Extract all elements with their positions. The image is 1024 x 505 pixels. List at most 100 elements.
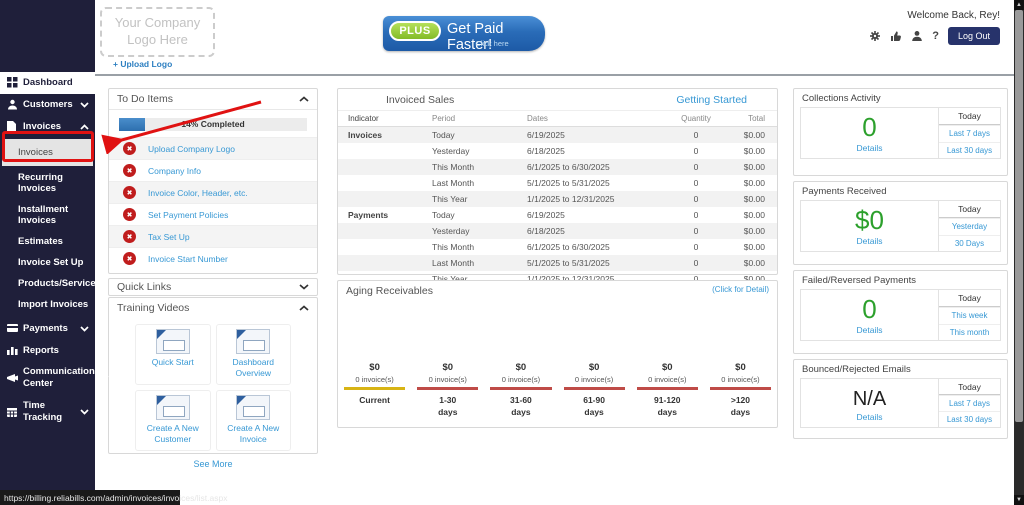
getting-started-link[interactable]: Getting Started (676, 94, 747, 106)
range-today[interactable]: Today (939, 201, 1000, 218)
row-total: $0.00 (725, 239, 777, 255)
user-icon[interactable] (911, 30, 923, 42)
range-link[interactable]: Yesterday (939, 218, 1000, 235)
aging-receivables-panel: Aging Receivables (Click for Detail) $0 … (337, 280, 778, 428)
range-link[interactable]: Last 30 days (939, 142, 1000, 159)
logout-button[interactable]: Log Out (948, 27, 1000, 45)
sidebar-subitem-invoice-set-up[interactable]: Invoice Set Up (0, 252, 95, 273)
banner-click-here[interactable]: Click here (447, 39, 537, 48)
gear-icon[interactable] (869, 30, 881, 42)
range-today[interactable]: Today (939, 108, 1000, 125)
sidebar-subitem-invoices[interactable]: Invoices (2, 139, 93, 166)
bucket-label: >120days (704, 394, 777, 420)
row-quantity: 0 (667, 207, 725, 223)
row-total: $0.00 (725, 159, 777, 175)
row-indicator (338, 143, 426, 159)
todo-item-link[interactable]: Tax Set Up (148, 232, 190, 242)
row-period: Yesterday (426, 223, 521, 239)
stat-value: 0 (801, 114, 938, 141)
todo-item-link[interactable]: Upload Company Logo (148, 144, 235, 154)
training-video-card[interactable]: Quick Start (135, 324, 211, 385)
training-video-card[interactable]: Create A New Customer (135, 390, 211, 451)
panel-title: Bounced/Rejected Emails (794, 360, 1007, 378)
aging-bucket[interactable]: $0 0 invoice(s) 31-60days (484, 362, 557, 420)
todo-item[interactable]: ✖ Upload Company Logo (109, 137, 317, 159)
sidebar-item-dashboard[interactable]: Dashboard (0, 72, 95, 94)
sidebar-subitem-products-services[interactable]: Products/Services (0, 273, 95, 294)
range-link[interactable]: Last 30 days (939, 411, 1000, 427)
thumbs-up-icon[interactable] (890, 30, 902, 42)
sidebar-subitem-recurring-invoices[interactable]: Recurring Invoices (0, 167, 95, 199)
bucket-amount: $0 (411, 362, 484, 373)
bucket-amount: $0 (338, 362, 411, 373)
range-today[interactable]: Today (939, 379, 1000, 395)
dashboard-icon (6, 77, 18, 88)
range-today[interactable]: Today (939, 290, 1000, 307)
todo-item-link[interactable]: Company Info (148, 166, 201, 176)
aging-bucket[interactable]: $0 0 invoice(s) 61-90days (558, 362, 631, 420)
todo-item[interactable]: ✖ Invoice Color, Header, etc. (109, 181, 317, 203)
invoiced-sales-title: Invoiced Sales (386, 94, 454, 106)
sidebar-subitem-import-invoices[interactable]: Import Invoices (0, 294, 95, 315)
payments-received-panel: Payments Received $0 Details Today Yeste… (793, 181, 1008, 265)
range-link[interactable]: Last 7 days (939, 125, 1000, 142)
range-link[interactable]: This month (939, 324, 1000, 341)
incomplete-x-icon: ✖ (123, 252, 136, 265)
sidebar-item-payments[interactable]: Payments (0, 318, 95, 340)
todo-item-link[interactable]: Set Payment Policies (148, 210, 228, 220)
todo-item-link[interactable]: Invoice Start Number (148, 254, 228, 264)
scroll-down-arrow[interactable]: ▼ (1014, 495, 1024, 505)
details-link[interactable]: Details (801, 236, 938, 246)
get-paid-faster-banner[interactable]: PLUS Get Paid Faster! Click here (383, 16, 545, 51)
scrollbar-thumb[interactable] (1015, 10, 1023, 422)
welcome-text: Welcome Back, Rey! (907, 10, 1000, 21)
details-link[interactable]: Details (801, 412, 938, 422)
sidebar-item-reports[interactable]: Reports (0, 340, 95, 362)
collapse-chevron-up-icon[interactable] (299, 302, 309, 314)
click-for-detail-link[interactable]: (Click for Detail) (712, 285, 769, 297)
details-link[interactable]: Details (801, 143, 938, 153)
aging-receivables-title: Aging Receivables (346, 285, 433, 297)
sidebar-item-customers[interactable]: Customers (0, 94, 95, 116)
sidebar-item-time-tracking[interactable]: Time Tracking (0, 395, 95, 429)
aging-bucket[interactable]: $0 0 invoice(s) >120days (704, 362, 777, 420)
collapse-chevron-up-icon[interactable] (299, 93, 309, 105)
help-icon[interactable]: ? (932, 30, 939, 42)
details-link[interactable]: Details (801, 325, 938, 335)
panel-title: Collections Activity (794, 89, 1007, 107)
bounced-rejected-emails-panel: Bounced/Rejected Emails N/A Details Toda… (793, 359, 1008, 439)
column-header: Period (426, 111, 521, 127)
range-link[interactable]: Last 7 days (939, 395, 1000, 411)
aging-bucket[interactable]: $0 0 invoice(s) 91-120days (631, 362, 704, 420)
bucket-bar (490, 387, 551, 390)
todo-item[interactable]: ✖ Invoice Start Number (109, 247, 317, 269)
row-dates: 6/18/2025 (521, 223, 667, 239)
training-video-grid: Quick Start Dashboard Overview Create A … (109, 318, 317, 457)
row-quantity: 0 (667, 159, 725, 175)
training-video-card[interactable]: Create A New Invoice (216, 390, 292, 451)
upload-logo-link[interactable]: + Upload Logo (113, 59, 172, 69)
todo-item[interactable]: ✖ Company Info (109, 159, 317, 181)
todo-item[interactable]: ✖ Set Payment Policies (109, 203, 317, 225)
quick-links-title: Quick Links (117, 281, 171, 293)
expand-chevron-down-icon[interactable] (299, 281, 309, 293)
quick-links-panel[interactable]: Quick Links (108, 278, 318, 296)
range-link[interactable]: 30 Days (939, 235, 1000, 252)
sidebar-subitem-installment-invoices[interactable]: Installment Invoices (0, 199, 95, 231)
payments-icon (6, 324, 18, 333)
training-video-card[interactable]: Dashboard Overview (216, 324, 292, 385)
table-row: Yesterday 6/18/2025 0 $0.00 (338, 223, 777, 239)
aging-bucket[interactable]: $0 0 invoice(s) Current (338, 362, 411, 420)
scroll-up-arrow[interactable]: ▲ (1014, 0, 1024, 10)
aging-bucket[interactable]: $0 0 invoice(s) 1-30days (411, 362, 484, 420)
row-period: Yesterday (426, 143, 521, 159)
sidebar-item-invoices[interactable]: Invoices (0, 116, 95, 138)
incomplete-x-icon: ✖ (123, 164, 136, 177)
sidebar-item-communication-center[interactable]: Communication Center (0, 361, 95, 395)
range-link[interactable]: This week (939, 307, 1000, 324)
todo-item-link[interactable]: Invoice Color, Header, etc. (148, 188, 248, 198)
todo-item[interactable]: ✖ Tax Set Up (109, 225, 317, 247)
sidebar-subitem-estimates[interactable]: Estimates (0, 231, 95, 252)
vertical-scrollbar[interactable]: ▲ ▼ (1014, 0, 1024, 505)
see-more-link[interactable]: See More (109, 459, 317, 469)
